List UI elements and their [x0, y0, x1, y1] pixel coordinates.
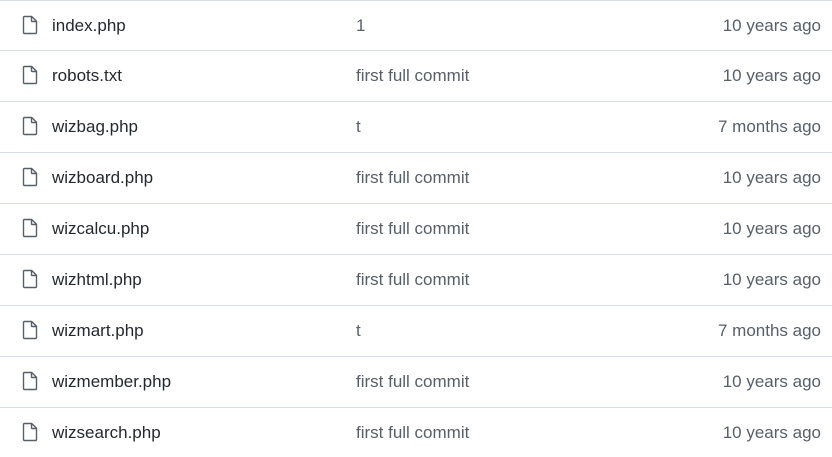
file-name-link[interactable]: wizbag.php: [52, 116, 138, 138]
commit-message-link[interactable]: 1: [356, 15, 365, 37]
file-name-link[interactable]: wizboard.php: [52, 167, 153, 189]
commit-message-link[interactable]: first full commit: [356, 65, 469, 87]
file-name-link[interactable]: index.php: [52, 15, 126, 37]
file-name-link[interactable]: wizmart.php: [52, 320, 144, 342]
commit-message-link[interactable]: first full commit: [356, 167, 469, 189]
commit-age: 10 years ago: [722, 66, 821, 85]
table-row: wizcalcu.php first full commit 10 years …: [0, 204, 832, 255]
table-row: wizmember.php first full commit 10 years…: [0, 357, 832, 408]
commit-age: 10 years ago: [722, 219, 821, 238]
file-icon: [22, 167, 38, 187]
file-name-link[interactable]: robots.txt: [52, 65, 122, 87]
commit-message-link[interactable]: t: [356, 320, 361, 342]
commit-age: 10 years ago: [722, 423, 821, 442]
commit-message-link[interactable]: first full commit: [356, 269, 469, 291]
commit-age: 10 years ago: [722, 16, 821, 35]
file-name-link[interactable]: wizhtml.php: [52, 269, 142, 291]
table-row: robots.txt first full commit 10 years ag…: [0, 51, 832, 102]
file-name-link[interactable]: wizmember.php: [52, 371, 171, 393]
file-icon: [22, 320, 38, 340]
commit-message-link[interactable]: first full commit: [356, 371, 469, 393]
file-icon: [22, 371, 38, 391]
file-icon: [22, 116, 38, 136]
commit-age: 10 years ago: [722, 270, 821, 289]
commit-age: 10 years ago: [722, 168, 821, 187]
file-list: index.php 1 10 years ago robots.txt firs…: [0, 0, 832, 457]
commit-message-link[interactable]: t: [356, 116, 361, 138]
commit-age: 7 months ago: [717, 117, 821, 136]
table-row: wizmart.php t 7 months ago: [0, 306, 832, 357]
file-icon: [22, 422, 38, 442]
commit-age: 10 years ago: [722, 372, 821, 391]
file-icon: [22, 15, 38, 35]
table-row: wizhtml.php first full commit 10 years a…: [0, 255, 832, 306]
file-name-link[interactable]: wizcalcu.php: [52, 218, 149, 240]
table-row: wizsearch.php first full commit 10 years…: [0, 408, 832, 457]
commit-message-link[interactable]: first full commit: [356, 422, 469, 444]
table-row: index.php 1 10 years ago: [0, 1, 832, 51]
table-row: wizbag.php t 7 months ago: [0, 102, 832, 153]
file-icon: [22, 65, 38, 85]
file-icon: [22, 218, 38, 238]
commit-age: 7 months ago: [717, 321, 821, 340]
file-name-link[interactable]: wizsearch.php: [52, 422, 161, 444]
file-icon: [22, 269, 38, 289]
commit-message-link[interactable]: first full commit: [356, 218, 469, 240]
table-row: wizboard.php first full commit 10 years …: [0, 153, 832, 204]
